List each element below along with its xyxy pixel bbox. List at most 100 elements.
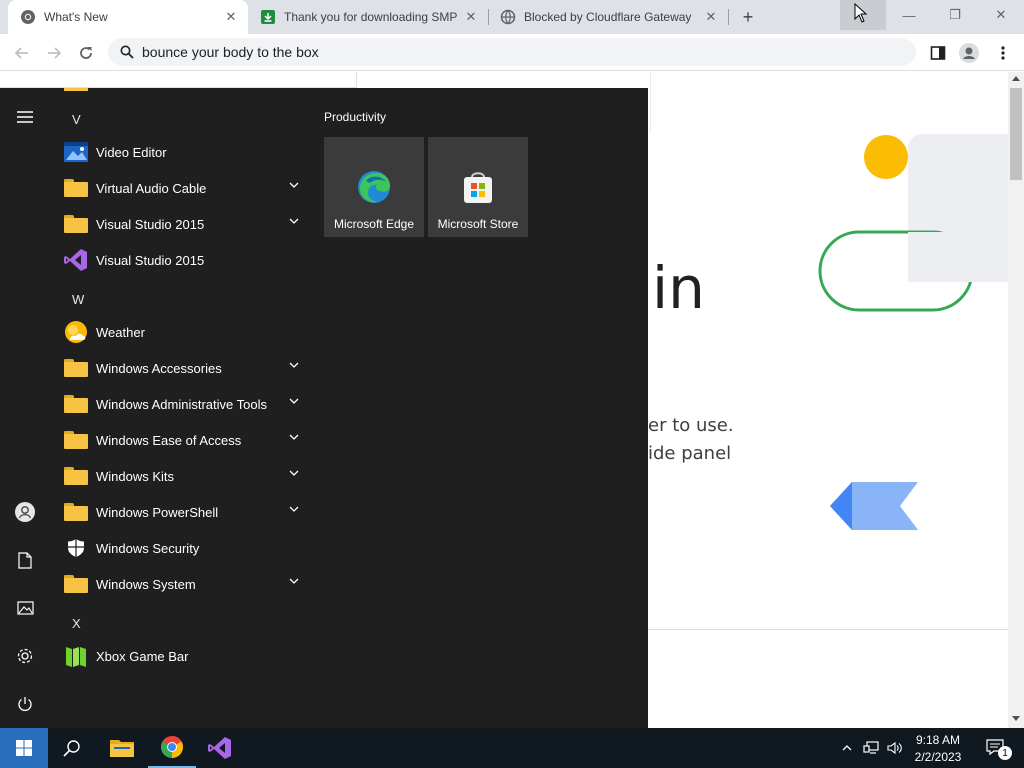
more-vert-icon (1001, 46, 1005, 60)
app-xbox-game-bar[interactable]: Xbox Game Bar (60, 639, 308, 673)
start-button[interactable] (0, 728, 48, 768)
tab-blocked-cloudflare[interactable]: Blocked by Cloudflare Gateway ✕ (488, 0, 728, 34)
tile-label: Microsoft Store (437, 217, 519, 231)
section-letter[interactable]: V (72, 112, 81, 127)
back-button[interactable] (9, 40, 35, 66)
folder-icon (64, 503, 88, 521)
vertical-scrollbar[interactable] (1008, 72, 1024, 728)
taskbar: 9:18 AM 2/2/2023 1 (0, 728, 1024, 768)
chevron-down-icon[interactable] (289, 506, 299, 512)
windows-logo-icon (16, 740, 32, 756)
close-window-button[interactable]: ✕ (978, 0, 1024, 30)
download-icon (261, 10, 275, 24)
section-letter[interactable]: X (72, 616, 81, 631)
address-bar[interactable]: bounce your body to the box (108, 38, 916, 66)
app-label: Virtual Audio Cable (96, 180, 207, 196)
page-text-line: er to use. (648, 415, 734, 436)
side-panel-icon (930, 46, 946, 60)
start-menu: V Video Editor Virtual Audio Cable Visua… (0, 88, 648, 728)
close-tab-icon[interactable]: ✕ (702, 8, 720, 26)
file-explorer-icon (110, 740, 134, 757)
app-label: Windows System (96, 576, 196, 592)
new-tab-button[interactable]: + (736, 6, 760, 28)
page-heading: in (652, 254, 705, 322)
power-button[interactable] (8, 687, 42, 721)
folder-icon (64, 575, 88, 593)
video-editor-icon (64, 142, 88, 162)
app-windows-system[interactable]: Windows System (60, 567, 308, 601)
search-button[interactable] (48, 728, 96, 768)
chevron-down-icon[interactable] (289, 362, 299, 368)
app-label: Windows Accessories (96, 360, 222, 376)
app-windows-administrative-tools[interactable]: Windows Administrative Tools (60, 387, 308, 421)
expand-button[interactable] (8, 100, 42, 134)
address-text: bounce your body to the box (142, 44, 319, 60)
tile-microsoft-store[interactable]: Microsoft Store (428, 137, 528, 237)
taskbar-file-explorer[interactable] (98, 728, 146, 768)
profile-icon (959, 43, 979, 63)
tab-whats-new[interactable]: What's New ✕ (8, 0, 248, 34)
taskbar-chrome[interactable] (148, 728, 196, 768)
app-windows-ease-of-access[interactable]: Windows Ease of Access (60, 423, 308, 457)
tab-thank-you[interactable]: Thank you for downloading SMP ✕ (248, 0, 488, 34)
section-letter[interactable]: W (72, 292, 84, 307)
side-panel-button[interactable] (925, 40, 951, 66)
app-virtual-audio-cable[interactable]: Virtual Audio Cable (60, 171, 308, 205)
chevron-down-icon[interactable] (289, 434, 299, 440)
account-button[interactable] (8, 495, 42, 529)
restore-button[interactable]: ❐ (932, 0, 978, 30)
documents-button[interactable] (8, 543, 42, 577)
shield-icon (68, 539, 84, 557)
app-windows-security[interactable]: Windows Security (60, 531, 308, 565)
user-icon (15, 502, 35, 522)
xbox-game-bar-icon (66, 647, 86, 667)
reload-button[interactable] (73, 40, 99, 66)
clock[interactable]: 9:18 AM 2/2/2023 (908, 728, 968, 768)
profile-button[interactable] (956, 40, 982, 66)
volume-button[interactable] (884, 728, 906, 768)
page-text-line: ide panel (648, 443, 732, 464)
chevron-up-icon (842, 745, 852, 751)
tab-title: What's New (44, 10, 108, 24)
store-icon (464, 172, 492, 203)
search-icon (120, 45, 134, 59)
app-windows-accessories[interactable]: Windows Accessories (60, 351, 308, 385)
visual-studio-icon (64, 249, 87, 271)
tile-group-title[interactable]: Productivity (324, 110, 386, 124)
network-button[interactable] (860, 728, 882, 768)
forward-button[interactable] (41, 40, 67, 66)
browser-toolbar: bounce your body to the box (0, 34, 1024, 71)
app-visual-studio-2015[interactable]: Visual Studio 2015 (60, 243, 308, 277)
app-label: Visual Studio 2015 (96, 252, 205, 268)
app-windows-powershell[interactable]: Windows PowerShell (60, 495, 308, 529)
settings-button[interactable] (8, 639, 42, 673)
minimize-button[interactable]: — (886, 0, 932, 30)
folder-icon (64, 395, 88, 413)
close-tab-icon[interactable]: ✕ (462, 8, 480, 26)
app-label: Video Editor (96, 144, 167, 160)
show-hidden-icons[interactable] (838, 728, 856, 768)
folder-icon (64, 467, 88, 485)
documents-icon (18, 551, 32, 569)
chevron-down-icon[interactable] (289, 398, 299, 404)
app-label: Windows Kits (96, 468, 175, 484)
chevron-down-icon[interactable] (289, 470, 299, 476)
illustration (818, 134, 1008, 530)
pictures-button[interactable] (8, 591, 42, 625)
weather-icon (65, 321, 87, 343)
app-weather[interactable]: Weather (60, 315, 308, 349)
mouse-cursor-icon (854, 3, 868, 23)
app-windows-kits[interactable]: Windows Kits (60, 459, 308, 493)
chevron-down-icon[interactable] (289, 182, 299, 188)
menu-button[interactable] (990, 40, 1016, 66)
tile-microsoft-edge[interactable]: Microsoft Edge (324, 137, 424, 237)
app-visual-studio-2015-folder[interactable]: Visual Studio 2015 (60, 207, 308, 241)
scrollbar-thumb[interactable] (1010, 88, 1022, 180)
hamburger-icon (17, 111, 33, 123)
app-video-editor[interactable]: Video Editor (60, 135, 308, 169)
chevron-down-icon[interactable] (289, 578, 299, 584)
close-tab-icon[interactable]: ✕ (222, 8, 240, 26)
action-center-button[interactable]: 1 (976, 728, 1016, 768)
taskbar-visual-studio[interactable] (196, 728, 244, 768)
chevron-down-icon[interactable] (289, 218, 299, 224)
